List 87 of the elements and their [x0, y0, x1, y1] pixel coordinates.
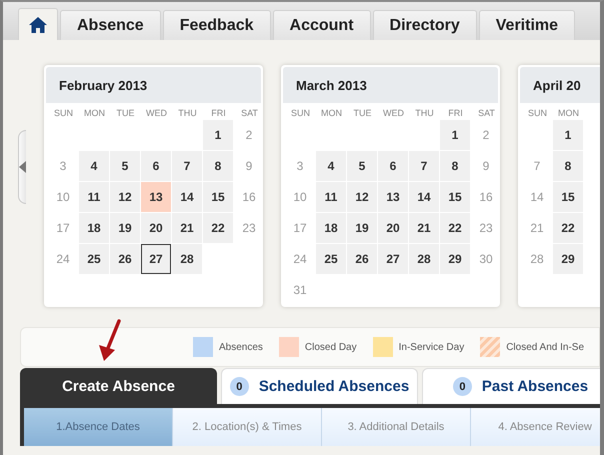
nav-tab[interactable]: Account — [272, 10, 371, 40]
day-cell[interactable]: 19 — [110, 213, 140, 243]
day-cell[interactable]: 15 — [440, 182, 470, 212]
day-cell[interactable]: 8 — [203, 151, 233, 181]
day-cell[interactable]: 21 — [409, 213, 439, 243]
month-title: March 2013 — [283, 67, 498, 103]
day-cell[interactable]: 5 — [347, 151, 377, 181]
day-cell[interactable]: 18 — [316, 213, 346, 243]
day-cell[interactable]: 4 — [79, 151, 109, 181]
home-tab[interactable] — [18, 8, 58, 40]
day-cell[interactable]: 14 — [172, 182, 202, 212]
weekday-label: THU — [414, 108, 435, 118]
weekday-label: TUE — [116, 108, 136, 118]
weekday-label: SUN — [290, 108, 311, 118]
day-cell[interactable]: 25 — [79, 244, 109, 274]
day-cell[interactable]: 4 — [316, 151, 346, 181]
day-cell[interactable]: 28 — [409, 244, 439, 274]
weekday-label: WED — [145, 108, 168, 118]
day-cell[interactable]: 13 — [378, 182, 408, 212]
previous-button[interactable] — [18, 130, 26, 204]
weekday-label: MON — [557, 108, 580, 118]
month-title: February 2013 — [46, 67, 261, 103]
nav-tab[interactable]: Veritime — [478, 10, 576, 40]
pointer-arrow-icon — [98, 319, 122, 363]
day-cell[interactable]: 5 — [110, 151, 140, 181]
day-cell[interactable]: 6 — [141, 151, 171, 181]
day-cell[interactable]: 8 — [553, 151, 583, 181]
legend-label: Absences — [219, 342, 263, 352]
month-title: April 20 — [520, 67, 600, 103]
day-cell[interactable]: 13 — [141, 182, 171, 212]
weekday-label: THU — [177, 108, 198, 118]
day-cell[interactable]: 22 — [553, 213, 583, 243]
absence-tab[interactable]: 0 Scheduled Absences — [221, 368, 418, 404]
absence-tab[interactable]: Create Absence — [20, 368, 217, 404]
day-cell[interactable]: 19 — [347, 213, 377, 243]
tab-label: Past Absences — [482, 378, 588, 395]
weekday-label: WED — [382, 108, 405, 118]
day-cell[interactable]: 18 — [79, 213, 109, 243]
day-cell[interactable]: 7 — [409, 151, 439, 181]
day-cell[interactable]: 14 — [409, 182, 439, 212]
legend-label: Closed Day — [304, 342, 357, 352]
left-arrow-icon — [19, 161, 26, 173]
day-cell[interactable]: 20 — [141, 213, 171, 243]
day-cell[interactable]: 8 — [440, 151, 470, 181]
day-cell[interactable]: 25 — [316, 244, 346, 274]
day-cell[interactable]: 12 — [110, 182, 140, 212]
weekday-label: TUE — [352, 108, 372, 118]
day-cell[interactable]: 11 — [79, 182, 109, 212]
day-cell[interactable]: 26 — [347, 244, 377, 274]
day-cell[interactable]: 27 — [378, 244, 408, 274]
legend-label: In-Service Day — [398, 342, 464, 352]
day-cell[interactable]: 26 — [110, 244, 140, 274]
count-badge: 0 — [230, 377, 249, 396]
tab-label: Scheduled Absences — [258, 378, 410, 395]
day-cell[interactable]: 1 — [203, 120, 233, 150]
day-cell[interactable]: 29 — [440, 244, 470, 274]
day-cell[interactable]: 22 — [440, 213, 470, 243]
day-cell[interactable]: 6 — [378, 151, 408, 181]
legend-label: Closed And In-Se — [506, 342, 584, 352]
day-cell[interactable]: 1 — [440, 120, 470, 150]
day-cell[interactable]: 29 — [553, 244, 583, 274]
nav-tab[interactable]: Directory — [372, 10, 477, 40]
day-cell[interactable]: 22 — [203, 213, 233, 243]
day-cell[interactable]: 20 — [378, 213, 408, 243]
day-cell[interactable]: 21 — [172, 213, 202, 243]
weekday-label: FRI — [210, 108, 227, 118]
day-cell[interactable]: 7 — [172, 151, 202, 181]
weekday-label: SAT — [477, 108, 496, 118]
day-cell[interactable]: 12 — [347, 182, 377, 212]
tab-label: Create Absence — [62, 378, 175, 395]
day-cell[interactable]: 15 — [553, 182, 583, 212]
weekday-label: MON — [320, 108, 343, 118]
day-cell[interactable]: 1 — [553, 120, 583, 150]
absence-tab[interactable]: 0 Past Absences — [422, 368, 600, 404]
home-icon — [29, 16, 47, 32]
nav-tab[interactable]: Absence — [60, 10, 161, 40]
day-cell[interactable]: 27 — [141, 244, 171, 274]
nav-tab[interactable]: Feedback — [162, 10, 271, 40]
weekday-label: FRI — [447, 108, 464, 118]
day-cell[interactable]: 28 — [172, 244, 202, 274]
day-cell[interactable]: 11 — [316, 182, 346, 212]
count-badge: 0 — [452, 377, 472, 396]
weekday-label: SAT — [240, 108, 259, 118]
weekday-label: MON — [83, 108, 106, 118]
weekday-label: SUN — [526, 108, 548, 118]
day-cell[interactable]: 15 — [203, 182, 233, 212]
weekday-label: SUN — [52, 108, 74, 118]
